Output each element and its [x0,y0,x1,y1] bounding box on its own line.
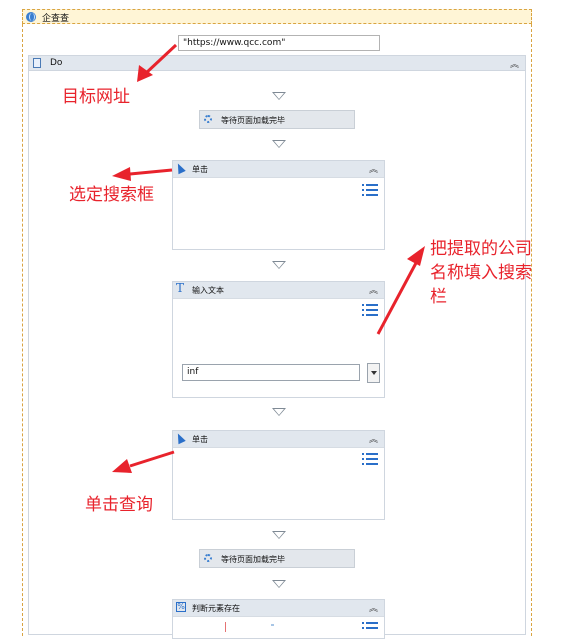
annotation-fill-line2: 名称填入搜索 [430,263,532,283]
annotation-select-search-box: 选定搜索框 [69,185,154,205]
annotation-fill-line1: 把提取的公司 [430,239,532,259]
annotation-target-url: 目标网址 [62,87,130,107]
annotation-click-query: 单击查询 [85,495,153,515]
annotation-fill-line3: 栏 [430,287,447,307]
